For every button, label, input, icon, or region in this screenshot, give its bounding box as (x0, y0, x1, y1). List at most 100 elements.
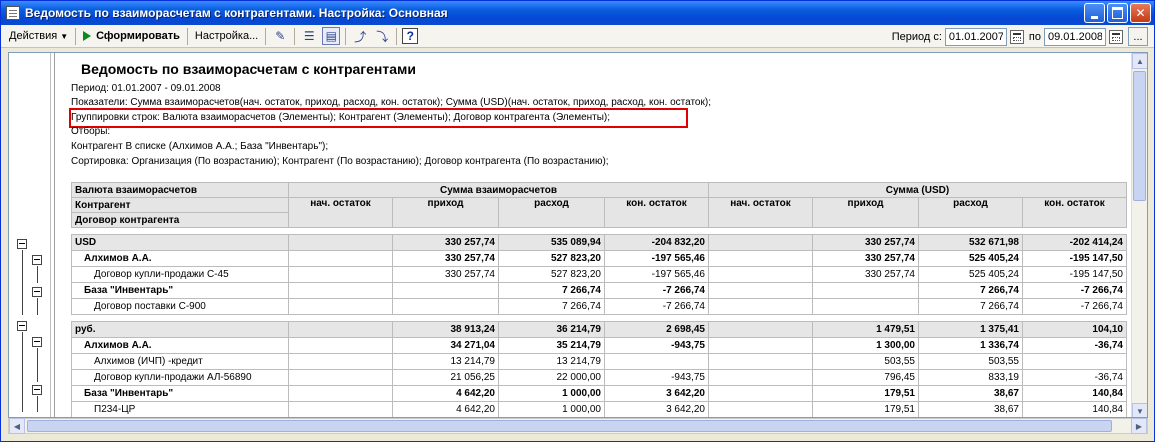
horizontal-scrollbar[interactable]: ◀ ▶ (8, 418, 1148, 434)
report-sorting: Сортировка: Организация (По возрастанию)… (71, 156, 609, 167)
date-from-input[interactable] (944, 27, 1007, 46)
table-row[interactable]: Алхимов (ИЧП) -кредит 13 214,79 13 214,79 5… (71, 353, 1127, 370)
report-title: Ведомость по взаиморасчетам с контрагент… (81, 61, 416, 77)
column-header: кон. остаток (1022, 197, 1127, 228)
period-select-button[interactable]: ... (1128, 27, 1148, 46)
period-to-label: по (1028, 30, 1041, 43)
collapse-group-icon[interactable] (32, 255, 42, 265)
table-cell: -204 832,20 (604, 234, 709, 251)
vertical-scrollbar[interactable]: ▲ ▼ (1131, 53, 1147, 417)
expand-groups-icon[interactable]: ⤴ (351, 27, 369, 45)
table-cell: 34 271,04 (392, 337, 499, 354)
edit-settings-icon[interactable]: ✎ (271, 27, 289, 45)
settings-button[interactable]: Настройка... (191, 26, 262, 46)
generate-button[interactable]: Сформировать (79, 26, 184, 46)
table-cell: -195 147,50 (1022, 250, 1127, 267)
vertical-scroll-thumb[interactable] (1133, 71, 1146, 201)
table-cell: 330 257,74 (392, 266, 499, 283)
table-row[interactable]: руб. 38 913,24 36 214,79 2 698,45 1 479,51 1 … (71, 321, 1127, 338)
row-label: Договор поставки С-900 (71, 298, 289, 315)
table-row[interactable]: USD 330 257,74 535 089,94 -204 832,20 330 25… (71, 234, 1127, 251)
date-to-input[interactable] (1044, 27, 1106, 46)
table-cell: -7 266,74 (1022, 298, 1127, 315)
column-header: расход (498, 197, 605, 228)
toolbar-separator (396, 27, 398, 45)
table-cell (708, 298, 813, 315)
scroll-right-icon[interactable]: ▶ (1131, 418, 1147, 434)
column-header: приход (392, 197, 499, 228)
table-row[interactable]: П234-ЦР 4 642,20 1 000,00 3 642,20 179,51 38,… (71, 401, 1127, 417)
collapse-group-icon[interactable] (32, 385, 42, 395)
table-cell: 104,10 (1022, 321, 1127, 338)
report-area[interactable]: Ведомость по взаиморасчетам с контрагент… (8, 52, 1148, 418)
report-table: Валюта взаиморасчетов Сумма взаиморасчет… (71, 182, 1127, 417)
collapse-group-icon[interactable] (17, 239, 27, 249)
table-row[interactable]: Алхимов А.А. 330 257,74 527 823,20 -197 565… (71, 250, 1127, 267)
calendar-icon[interactable] (1109, 29, 1123, 44)
row-label: Алхимов (ИЧП) -кредит (71, 353, 289, 370)
row-label: USD (71, 234, 289, 251)
collapse-group-icon[interactable] (17, 321, 27, 331)
report-indicators: Показатели: Сумма взаиморасчетов(нач. ос… (71, 97, 711, 108)
column-header: расход (918, 197, 1023, 228)
table-cell: 179,51 (812, 385, 919, 402)
period-selector: Период с: по ... (892, 27, 1148, 46)
scroll-left-icon[interactable]: ◀ (9, 418, 25, 434)
table-cell: 1 000,00 (498, 385, 605, 402)
table-cell (288, 266, 393, 283)
table-row[interactable]: Договор купли-продажи С-45 330 257,74 527 … (71, 266, 1127, 283)
title-bar[interactable]: Ведомость по взаиморасчетам с контрагент… (1, 1, 1154, 25)
minimize-button[interactable] (1084, 3, 1105, 23)
table-cell: 38,67 (918, 401, 1023, 417)
table-row[interactable]: Алхимов А.А. 34 271,04 35 214,79 -943,75 1 3… (71, 337, 1127, 354)
table-cell: 527 823,20 (498, 250, 605, 267)
table-cell: 525 405,24 (918, 250, 1023, 267)
calendar-icon[interactable] (1009, 29, 1024, 44)
table-cell: 36 214,79 (498, 321, 605, 338)
table-cell: 3 642,20 (604, 385, 709, 402)
row-label: Алхимов А.А. (71, 337, 289, 354)
tree-structure-icon[interactable]: ☰ (300, 27, 318, 45)
table-cell: 179,51 (812, 401, 919, 417)
horizontal-scroll-thumb[interactable] (27, 420, 1112, 432)
table-cell (288, 321, 393, 338)
table-cell (604, 353, 709, 370)
scroll-down-icon[interactable]: ▼ (1132, 403, 1147, 417)
report-window: Ведомость по взаиморасчетам с контрагент… (0, 0, 1155, 442)
table-cell: 796,45 (812, 369, 919, 386)
table-cell (288, 369, 393, 386)
table-cell (288, 353, 393, 370)
generate-label: Сформировать (96, 30, 180, 42)
collapse-group-icon[interactable] (32, 287, 42, 297)
table-cell: -195 147,50 (1022, 266, 1127, 283)
row-label: руб. (71, 321, 289, 338)
table-view-icon[interactable]: ▤ (322, 27, 341, 45)
group-margin (9, 53, 55, 417)
actions-menu-button[interactable]: Действия ▼ (5, 26, 72, 46)
table-row[interactable]: Договор купли-продажи АЛ-56890 21 056,25 2… (71, 369, 1127, 386)
table-cell: 532 671,98 (918, 234, 1023, 251)
table-cell: -36,74 (1022, 369, 1127, 386)
table-cell: 35 214,79 (498, 337, 605, 354)
table-cell: -943,75 (604, 337, 709, 354)
scroll-up-icon[interactable]: ▲ (1132, 53, 1147, 69)
close-button[interactable]: ✕ (1130, 3, 1151, 23)
table-cell (708, 250, 813, 267)
table-row[interactable]: База "Инвентарь" 7 266,74 -7 266,74 7 266,7… (71, 282, 1127, 299)
report-filters-label: Отборы: (71, 126, 111, 137)
table-cell: -36,74 (1022, 337, 1127, 354)
table-row[interactable]: База "Инвентарь" 4 642,20 1 000,00 3 642,20… (71, 385, 1127, 402)
collapse-group-icon[interactable] (32, 337, 42, 347)
help-icon[interactable]: ? (402, 28, 419, 44)
table-cell: 140,84 (1022, 385, 1127, 402)
table-cell: 4 642,20 (392, 385, 499, 402)
row-header-contract: Договор контрагента (71, 212, 289, 228)
table-row[interactable]: Договор поставки С-900 7 266,74 -7 266,74 7… (71, 298, 1127, 315)
table-cell: -7 266,74 (604, 298, 709, 315)
table-cell: 330 257,74 (812, 234, 919, 251)
table-cell: 21 056,25 (392, 369, 499, 386)
collapse-groups-icon[interactable]: ⤵ (373, 27, 391, 45)
table-cell: 22 000,00 (498, 369, 605, 386)
table-cell (708, 337, 813, 354)
maximize-button[interactable] (1107, 3, 1128, 23)
